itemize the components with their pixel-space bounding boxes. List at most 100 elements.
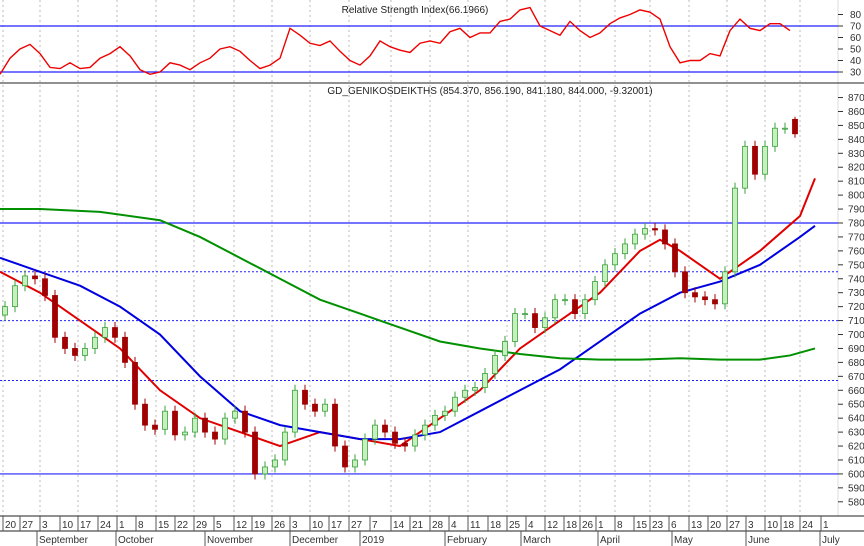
candle-body [312, 403, 318, 412]
candle [202, 412, 208, 438]
candle-body [572, 299, 578, 315]
candle [322, 398, 328, 417]
candle-body [162, 410, 168, 430]
x-tick-label: 3 [292, 520, 298, 531]
x-tick-label: 25 [509, 520, 521, 531]
candle-body [252, 431, 258, 475]
price-tick-label: 850 [848, 121, 864, 132]
candle [572, 294, 578, 320]
month-label: November [207, 535, 254, 546]
candle-body [482, 373, 488, 388]
rsi-panel: 807060504030 [0, 6, 862, 79]
candle-body [222, 417, 228, 440]
candle-body [232, 410, 238, 419]
candle [562, 294, 568, 306]
price-tick-label: 590 [848, 483, 864, 494]
candle [272, 454, 278, 473]
candle [602, 259, 608, 288]
candle-body [122, 336, 128, 363]
rsi-title: Relative Strength Index(66.1966) [342, 5, 489, 16]
price-tick-label: 870 [848, 93, 864, 104]
price-tick-label: 860 [848, 107, 864, 118]
candle-body [262, 466, 268, 475]
candle [772, 122, 778, 152]
price-tick-label: 660 [848, 386, 864, 397]
candle-body [632, 233, 638, 245]
candle-body [402, 442, 408, 447]
x-tick-label: 17 [331, 520, 343, 531]
candle [742, 140, 748, 194]
price-tick-label: 620 [848, 442, 864, 453]
candle [512, 308, 518, 348]
rsi-tick-label: 70 [850, 22, 862, 33]
x-tick-label: 1 [119, 520, 125, 531]
candle [312, 398, 318, 417]
rsi-tick-label: 30 [850, 68, 862, 79]
price-tick-label: 700 [848, 330, 864, 341]
x-tick-label: 6 [671, 520, 677, 531]
month-label: July [822, 535, 840, 546]
rsi-tick-label: 50 [850, 45, 862, 56]
candle-body [432, 414, 438, 426]
x-tick-label: 10 [62, 520, 74, 531]
price-tick-label: 650 [848, 400, 864, 411]
candle [52, 289, 58, 343]
price-tick-label: 670 [848, 372, 864, 383]
price-tick-label: 760 [848, 246, 864, 257]
candle-body [52, 295, 58, 338]
candle-body [242, 410, 248, 433]
candle-body [742, 145, 748, 189]
month-label: September [39, 535, 89, 546]
x-tick-label: 22 [177, 520, 189, 531]
candle [222, 412, 228, 445]
x-tick-label: 27 [351, 520, 363, 531]
candle [632, 228, 638, 250]
candle [612, 248, 618, 271]
candle-body [382, 424, 388, 433]
x-tick-label: 26 [582, 520, 594, 531]
candle-body [72, 348, 78, 356]
price-tick-label: 770 [848, 232, 864, 243]
rsi-tick-label: 60 [850, 33, 862, 44]
candle-body [662, 229, 668, 245]
x-tick-label: 24 [802, 520, 814, 531]
x-axis: 20 27 3 10 17 24 1 8 15 22 29 5 12 19 26 3 10 17 27 7 14 21 28… [0, 515, 864, 546]
candle-body [462, 389, 468, 398]
candle-body [182, 431, 188, 436]
price-title: GD_GENIKOSDEIKTHS (854.370, 856.190, 841… [327, 86, 652, 97]
price-tick-label: 600 [848, 469, 864, 480]
x-tick-label: 14 [393, 520, 405, 531]
candle [702, 291, 708, 306]
x-tick-label: 15 [636, 520, 648, 531]
candle [622, 238, 628, 260]
candle-body [132, 361, 138, 405]
month-label: December [292, 535, 339, 546]
candle [332, 398, 338, 452]
candle [722, 266, 728, 310]
candle [732, 182, 738, 278]
candle-body [302, 389, 308, 405]
price-tick-label: 730 [848, 288, 864, 299]
candle-body [202, 417, 208, 433]
candle [342, 440, 348, 473]
price-tick-label: 810 [848, 177, 864, 188]
candle [252, 426, 258, 480]
candle [282, 426, 288, 466]
candle [592, 275, 598, 306]
candle [672, 238, 678, 278]
x-tick-label: 10 [767, 520, 779, 531]
candle [712, 294, 718, 310]
candle [662, 224, 668, 250]
candle-body [292, 389, 298, 433]
x-tick-label: 27 [729, 520, 741, 531]
candle [792, 116, 798, 138]
candle-body [322, 403, 328, 412]
candle-body [622, 243, 628, 255]
x-tick-label: 4 [528, 520, 534, 531]
x-tick-label: 18 [783, 520, 795, 531]
price-tick-label: 580 [848, 497, 864, 508]
rsi-tick-label: 40 [850, 56, 862, 67]
candle-body [372, 424, 378, 440]
x-tick-label: 1 [598, 520, 604, 531]
x-tick-label: 17 [80, 520, 92, 531]
